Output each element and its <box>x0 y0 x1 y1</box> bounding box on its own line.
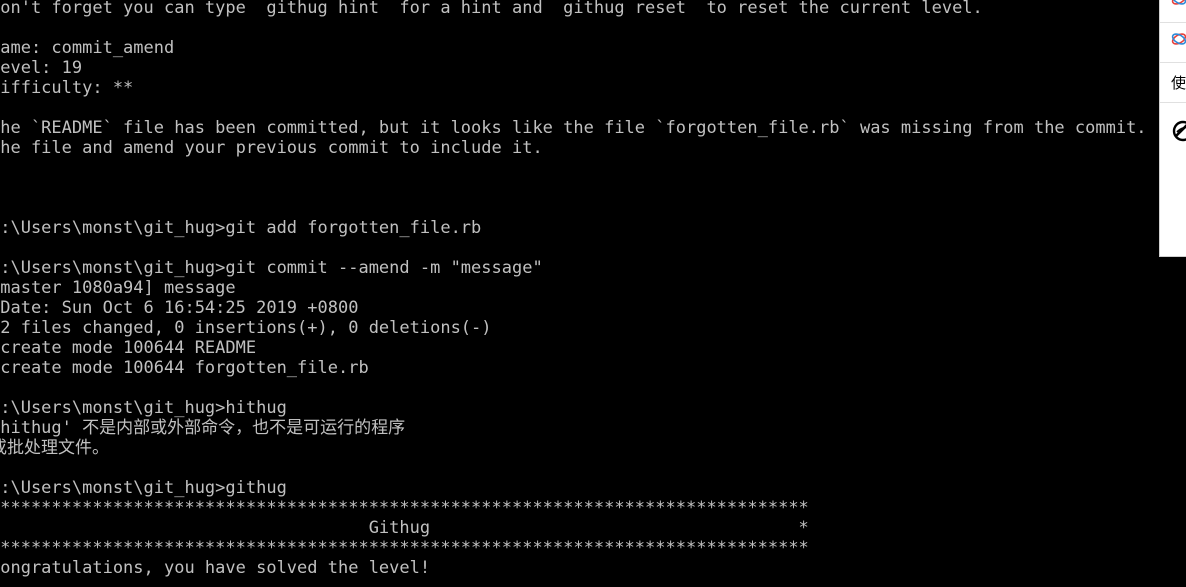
console-line: create mode 100644 README <box>0 338 257 358</box>
console-line: create mode 100644 forgotten_file.rb <box>0 358 369 378</box>
console-line: ****************************************… <box>0 498 809 518</box>
panel-label[interactable]: 使 <box>1171 72 1186 94</box>
console-output[interactable]: Don't forget you can type githug hint fo… <box>0 0 1186 578</box>
colorful-logo-icon[interactable] <box>1170 30 1186 48</box>
console-line: 或批处理文件。 <box>0 438 109 458</box>
console-line: C:\Users\monst\git_hug>hithug <box>0 398 287 418</box>
console-line: C:\Users\monst\git_hug>git add forgotten… <box>0 218 482 238</box>
side-panel: 使 <box>1159 0 1186 257</box>
console-line: Level: 19 <box>0 58 83 78</box>
console-line: Name: commit_amend <box>0 38 175 58</box>
console-line: 'hithug' 不是内部或外部命令，也不是可运行的程序 <box>0 418 406 438</box>
console-line: Date: Sun Oct 6 16:54:25 2019 +0800 <box>0 298 359 318</box>
console-window[interactable]: Don't forget you can type githug hint fo… <box>0 0 1186 587</box>
console-line: Congratulations, you have solved the lev… <box>0 558 431 578</box>
panel-divider <box>1160 102 1186 103</box>
console-line: * Githug * <box>0 518 809 538</box>
colorful-logo-icon[interactable] <box>1170 0 1186 8</box>
console-line: [master 1080a94] message <box>0 278 236 298</box>
console-line: The `README` file has been committed, bu… <box>0 118 1186 138</box>
panel-divider <box>1160 22 1186 23</box>
console-line: C:\Users\monst\git_hug>githug <box>0 478 287 498</box>
console-line: C:\Users\monst\git_hug>git commit --amen… <box>0 258 543 278</box>
console-line: the file and amend your previous commit … <box>0 138 543 158</box>
console-line: Don't forget you can type githug hint fo… <box>0 0 983 18</box>
console-line: ****************************************… <box>0 538 809 558</box>
console-line: 2 files changed, 0 insertions(+), 0 dele… <box>0 318 492 338</box>
console-line: Difficulty: ** <box>0 78 134 98</box>
circle-slash-icon[interactable] <box>1171 119 1186 143</box>
panel-divider <box>1160 62 1186 63</box>
